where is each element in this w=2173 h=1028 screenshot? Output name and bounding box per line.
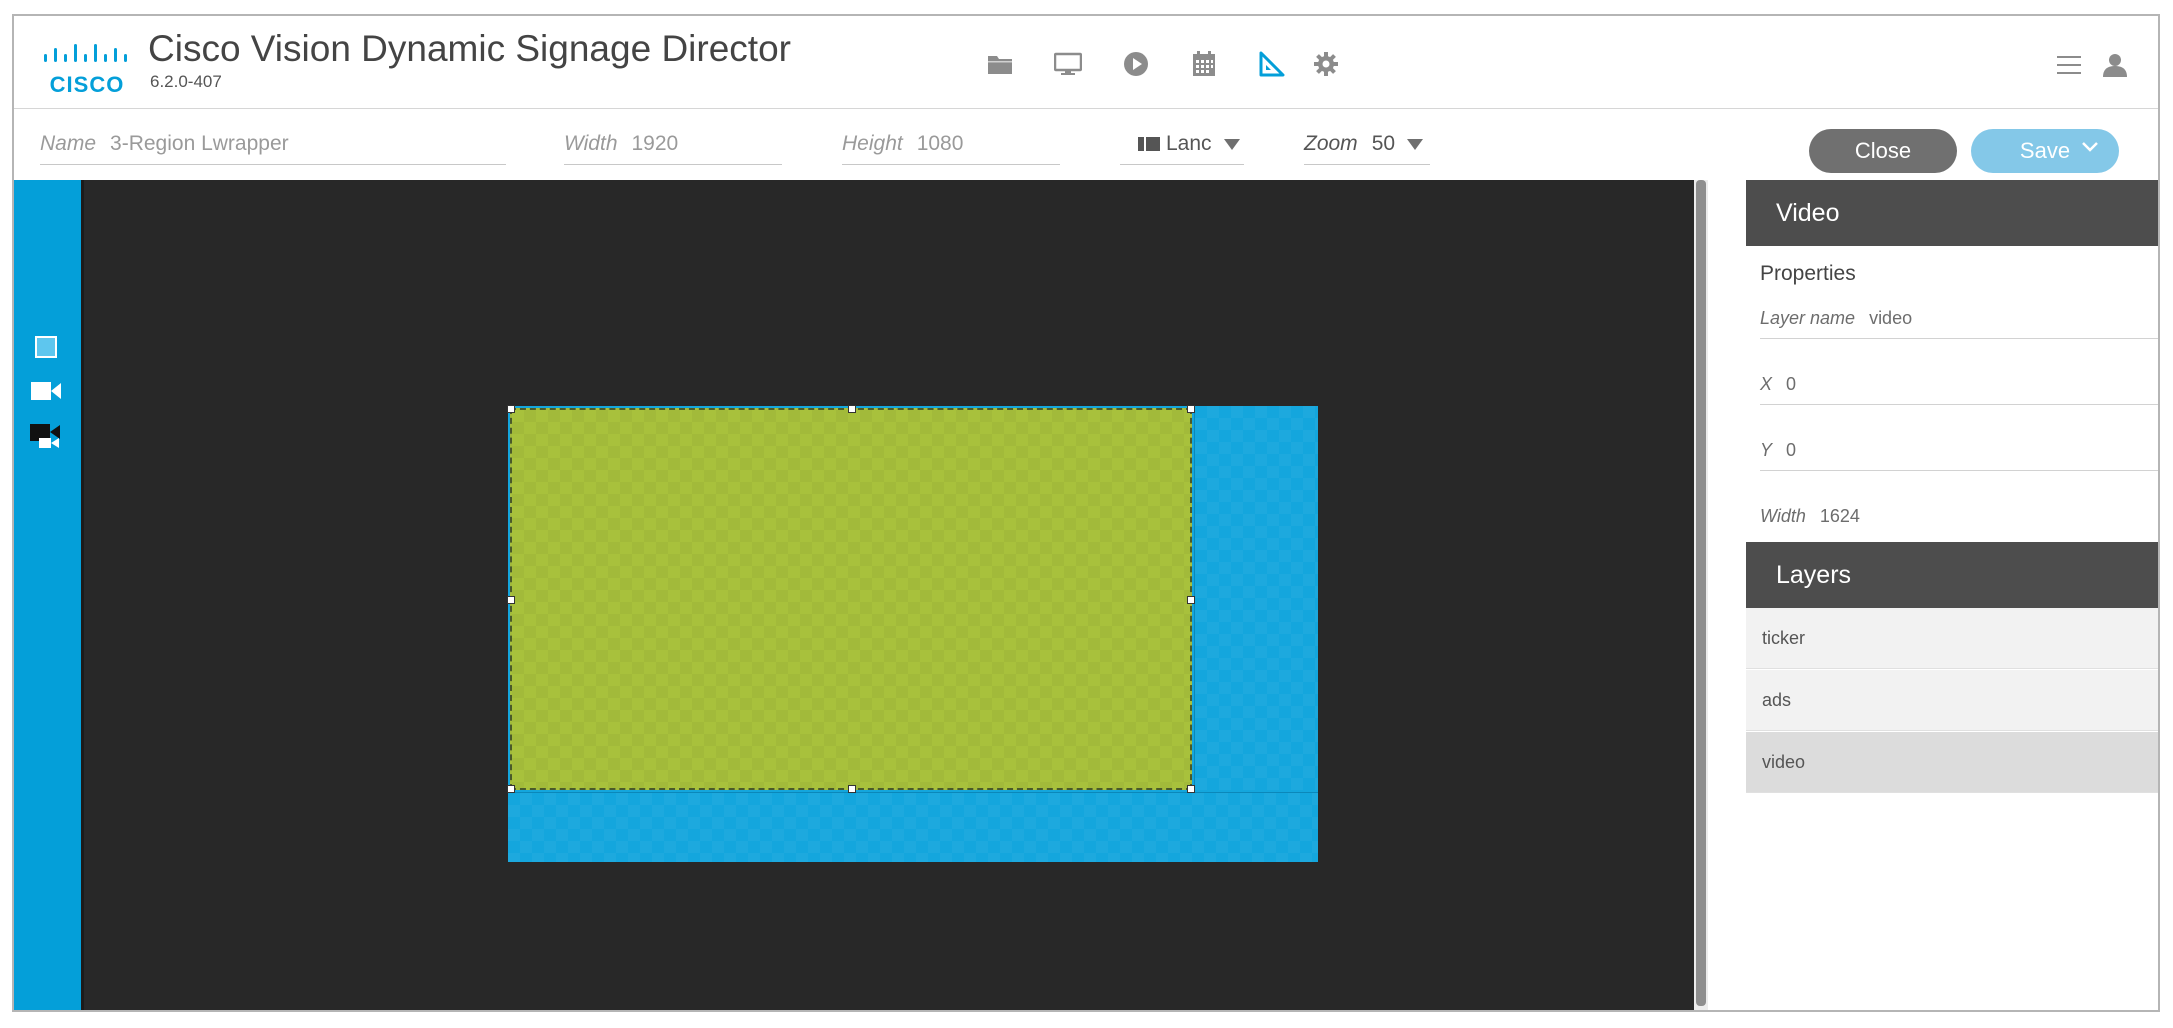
- zoom-label: Zoom: [1304, 132, 1358, 155]
- calendar-icon[interactable]: [1186, 46, 1222, 82]
- y-input[interactable]: 0: [1786, 440, 1796, 461]
- canvas-scrollbar-thumb[interactable]: [1696, 180, 1706, 1006]
- layers-panel-header: Layers: [1746, 542, 2158, 608]
- landscape-icon: [1138, 137, 1160, 151]
- width-prop-input[interactable]: 1624: [1820, 506, 1860, 527]
- layer-item-ticker[interactable]: ticker: [1746, 608, 2158, 669]
- name-label: Name: [40, 132, 97, 155]
- region-ads[interactable]: [1194, 406, 1318, 790]
- region-tool-rail: [14, 180, 84, 1010]
- x-input[interactable]: 0: [1786, 374, 1796, 395]
- canvas-scrollbar[interactable]: [1694, 180, 1708, 1010]
- app-title: Cisco Vision Dynamic Signage Director: [148, 28, 791, 69]
- resize-handle-n[interactable]: [848, 405, 856, 413]
- prop-label: Width: [1760, 505, 1806, 526]
- multi-video-icon[interactable]: [28, 422, 64, 452]
- layer-name-input[interactable]: video: [1869, 308, 1912, 329]
- orientation-dropdown[interactable]: Lanc: [1120, 124, 1244, 165]
- app-header: CISCO Cisco Vision Dynamic Signage Direc…: [14, 16, 2158, 109]
- folder-icon[interactable]: [982, 46, 1018, 82]
- logo-wordmark: CISCO: [49, 72, 125, 97]
- save-button-label: Save: [2019, 138, 2071, 163]
- resize-handle-w[interactable]: [507, 596, 515, 604]
- region-ticker[interactable]: [508, 792, 1318, 862]
- cisco-bridge-icon: [44, 44, 127, 62]
- region-icon[interactable]: [28, 332, 64, 362]
- video-icon[interactable]: [28, 376, 64, 406]
- height-label: Height: [842, 132, 903, 155]
- app-version: 6.2.0-407: [150, 72, 222, 91]
- close-button-label: Close: [1854, 138, 1912, 163]
- layer-name-field[interactable]: Layer name video: [1760, 298, 2158, 339]
- app-window: CISCO Cisco Vision Dynamic Signage Direc…: [12, 14, 2160, 1012]
- gear-icon[interactable]: [1308, 46, 1344, 82]
- zoom-dropdown[interactable]: Zoom 50: [1304, 124, 1430, 165]
- layers-panel-title: Layers: [1776, 560, 1852, 589]
- resize-handle-sw[interactable]: [507, 785, 515, 793]
- menu-icon[interactable]: [2052, 48, 2086, 82]
- resize-handle-s[interactable]: [848, 785, 856, 793]
- layout-stage: [507, 405, 1318, 862]
- chevron-down-icon[interactable]: [2081, 141, 2099, 153]
- resize-handle-se[interactable]: [1187, 785, 1195, 793]
- height-field[interactable]: Height 1080: [842, 124, 1060, 165]
- width-label: Width: [564, 132, 618, 155]
- resize-handle-nw[interactable]: [507, 405, 515, 413]
- chevron-down-icon: [1407, 138, 1424, 150]
- layer-item-video[interactable]: video: [1746, 732, 2158, 793]
- play-icon[interactable]: [1118, 46, 1154, 82]
- zoom-value: 50: [1371, 132, 1396, 155]
- layer-item-label: ads: [1762, 689, 1792, 710]
- height-input[interactable]: 1080: [917, 132, 964, 156]
- layer-item-label: video: [1762, 751, 1806, 772]
- name-field[interactable]: Name 3-Region Lwrapper: [40, 124, 506, 165]
- user-icon[interactable]: [2098, 48, 2132, 82]
- name-input[interactable]: 3-Region Lwrapper: [110, 132, 289, 156]
- orientation-value: Lanc: [1166, 132, 1212, 155]
- y-field[interactable]: Y 0: [1760, 430, 2158, 471]
- properties-panel-header: Video: [1746, 180, 2158, 246]
- prop-label: Y: [1760, 439, 1773, 460]
- cisco-logo: CISCO: [40, 40, 134, 100]
- resize-handle-e[interactable]: [1187, 596, 1195, 604]
- monitor-icon[interactable]: [1050, 46, 1086, 82]
- layout-designer-icon[interactable]: [1254, 46, 1290, 82]
- design-canvas[interactable]: [84, 180, 1694, 1010]
- close-button[interactable]: Close: [1809, 129, 1957, 173]
- save-button[interactable]: Save: [1971, 129, 2119, 173]
- prop-label: X: [1760, 373, 1773, 394]
- properties-panel: Video Properties Layer name video X 0 Y …: [1746, 180, 2158, 1010]
- region-video[interactable]: [507, 405, 1195, 793]
- x-field[interactable]: X 0: [1760, 364, 2158, 405]
- chevron-down-icon: [1223, 138, 1240, 150]
- properties-panel-title: Video: [1776, 198, 1840, 227]
- layout-toolbar: Name 3-Region Lwrapper Width 1920 Height…: [14, 109, 2158, 179]
- resize-handle-ne[interactable]: [1187, 405, 1195, 413]
- layer-item-label: ticker: [1762, 627, 1806, 648]
- prop-label: Layer name: [1760, 307, 1856, 328]
- width-prop-field[interactable]: Width 1624: [1760, 496, 2158, 536]
- width-input[interactable]: 1920: [632, 132, 679, 156]
- header-actions: [2052, 48, 2142, 82]
- properties-section-title: Properties: [1760, 262, 1856, 285]
- width-field[interactable]: Width 1920: [564, 124, 782, 165]
- layer-item-ads[interactable]: ads: [1746, 670, 2158, 731]
